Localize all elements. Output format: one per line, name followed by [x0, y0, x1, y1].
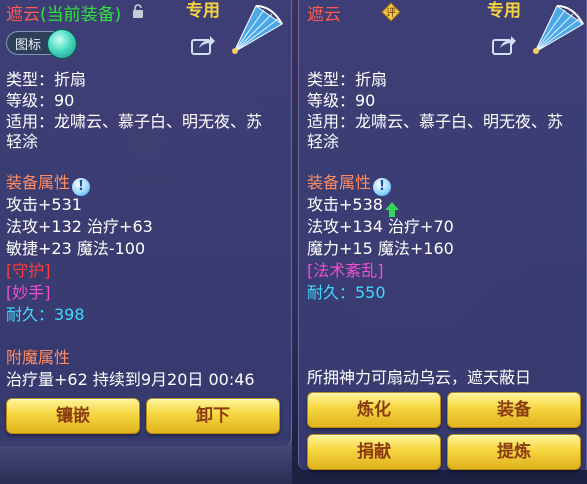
- enchant-line: 治疗量+62 持续到9月20日 00:46: [6, 370, 255, 389]
- item-type: 类型：折扇: [307, 70, 388, 89]
- item-description: 所拥神力可扇动乌云，遮天蔽日: [307, 368, 532, 387]
- increase-arrow-icon: [384, 202, 399, 217]
- fan-item-icon: [232, 5, 283, 54]
- item-fit-line2: 轻涂: [307, 132, 340, 151]
- attributes-heading: 装备属性!: [307, 173, 392, 196]
- icon-toggle-label: 图标: [15, 38, 42, 53]
- svg-text:评: 评: [386, 7, 396, 19]
- skill-spell-chaos: [法术紊乱]: [307, 261, 384, 280]
- help-icon[interactable]: !: [72, 178, 91, 196]
- attr-line-1: 攻击+531: [6, 195, 82, 214]
- equipped-note: (当前装备): [40, 5, 122, 25]
- extract-button[interactable]: 提炼: [447, 434, 581, 470]
- item-title: 遮云(当前装备): [6, 5, 122, 25]
- skill-deft-hand: [妙手]: [6, 283, 51, 302]
- enchant-heading: 附魔属性: [6, 348, 71, 367]
- skill-guard: [守护]: [6, 261, 51, 280]
- item-type: 类型：折扇: [6, 70, 87, 89]
- item-level: 等级：90: [307, 91, 376, 110]
- item-fit-line2: 轻涂: [6, 132, 39, 151]
- item-title: 遮云: [307, 5, 341, 25]
- item-fit-line1: 适用：龙啸云、慕子白、明无夜、苏: [6, 112, 263, 131]
- item-level: 等级：90: [6, 91, 75, 110]
- attributes-heading: 装备属性!: [6, 173, 91, 196]
- durability: 耐久：550: [307, 283, 386, 302]
- lock-icon[interactable]: [132, 4, 144, 18]
- item-fit-line1: 适用：龙啸云、慕子白、明无夜、苏: [307, 112, 564, 131]
- attr-line-2: 法攻+134 治疗+70: [307, 217, 454, 236]
- donate-button[interactable]: 捐献: [307, 434, 441, 470]
- fan-item-icon: [533, 5, 584, 54]
- attr-line-2: 法攻+132 治疗+63: [6, 217, 153, 236]
- share-icon[interactable]: [491, 34, 517, 56]
- equip-button[interactable]: 装备: [447, 392, 581, 428]
- attr-line-3: 敏捷+23 魔法-100: [6, 239, 146, 258]
- durability: 耐久：398: [6, 305, 85, 324]
- refine-button[interactable]: 炼化: [307, 392, 441, 428]
- compare-item-tooltip: 遮云 评 专用 类型：折扇 等级：90 适用：龙啸云、慕子白、明无夜、苏 轻涂 …: [298, 0, 587, 470]
- attr-line-3: 魔力+15 魔法+160: [307, 239, 454, 258]
- unequip-button[interactable]: 卸下: [146, 398, 280, 434]
- exclusive-label: 专用: [487, 1, 521, 21]
- toggle-knob: [47, 29, 77, 59]
- rating-badge-icon: 评: [381, 2, 401, 22]
- inlay-button[interactable]: 镶嵌: [6, 398, 140, 434]
- exclusive-label: 专用: [186, 1, 220, 21]
- attr-line-1: 攻击+538: [307, 195, 399, 217]
- help-icon[interactable]: !: [373, 178, 392, 196]
- icon-toggle[interactable]: 图标: [6, 29, 77, 59]
- bottom-game-bar: [0, 440, 292, 484]
- share-icon[interactable]: [190, 34, 216, 56]
- equipped-item-tooltip: 遮云(当前装备) 专用 图标 类型：折扇 等级：90 适用：龙啸云、慕子白、明无…: [0, 0, 292, 446]
